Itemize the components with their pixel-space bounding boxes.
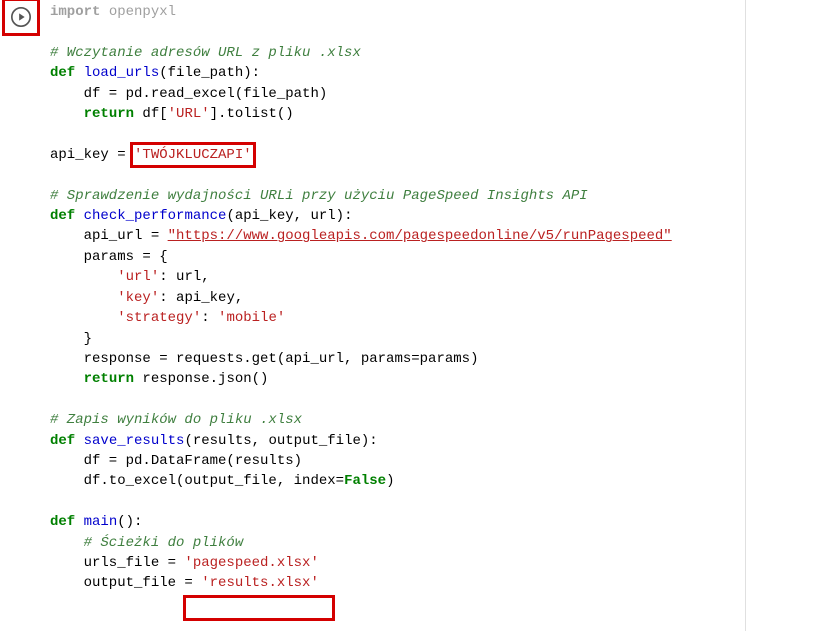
- code-line: return response.json(): [50, 369, 750, 389]
- code-line: [50, 390, 750, 410]
- code-line: df.to_excel(output_file, index=False): [50, 471, 750, 491]
- code-line: params = {: [50, 247, 750, 267]
- code-line: return df['URL'].tolist(): [50, 104, 750, 124]
- code-line: def load_urls(file_path):: [50, 63, 750, 83]
- code-line: }: [50, 329, 750, 349]
- run-cell-button[interactable]: [2, 0, 40, 36]
- code-line: # Sprawdzenie wydajności URLi przy użyci…: [50, 186, 750, 206]
- code-line: df = pd.DataFrame(results): [50, 451, 750, 471]
- urls-file-literal: 'pagespeed.xlsx': [184, 555, 318, 571]
- code-line: def save_results(results, output_file):: [50, 431, 750, 451]
- code-line: [50, 124, 750, 144]
- code-line: api_url = "https://www.googleapis.com/pa…: [50, 226, 750, 246]
- play-icon: [10, 6, 32, 28]
- annotation-highlight-urls-file: [183, 595, 335, 621]
- code-line: [50, 165, 750, 185]
- code-editor[interactable]: import openpyxl # Wczytanie adresów URL …: [50, 0, 750, 594]
- code-line: 'key': api_key,: [50, 288, 750, 308]
- code-line: import openpyxl: [50, 2, 750, 22]
- api-key-literal: 'TWÓJKLUCZAPI': [134, 147, 252, 163]
- code-line: api_key = 'TWÓJKLUCZAPI': [50, 145, 750, 165]
- cell-right-border: [745, 0, 746, 631]
- code-line: # Wczytanie adresów URL z pliku .xlsx: [50, 43, 750, 63]
- gutter: [0, 0, 42, 631]
- code-line: 'strategy': 'mobile': [50, 308, 750, 328]
- code-line: output_file = 'results.xlsx': [50, 573, 750, 593]
- code-line: df = pd.read_excel(file_path): [50, 84, 750, 104]
- code-line: def check_performance(api_key, url):: [50, 206, 750, 226]
- code-line: [50, 492, 750, 512]
- code-line: def main():: [50, 512, 750, 532]
- code-line: urls_file = 'pagespeed.xlsx': [50, 553, 750, 573]
- code-line: [50, 22, 750, 42]
- code-line: # Ścieżki do plików: [50, 533, 750, 553]
- code-line: # Zapis wyników do pliku .xlsx: [50, 410, 750, 430]
- code-line: 'url': url,: [50, 267, 750, 287]
- code-line: response = requests.get(api_url, params=…: [50, 349, 750, 369]
